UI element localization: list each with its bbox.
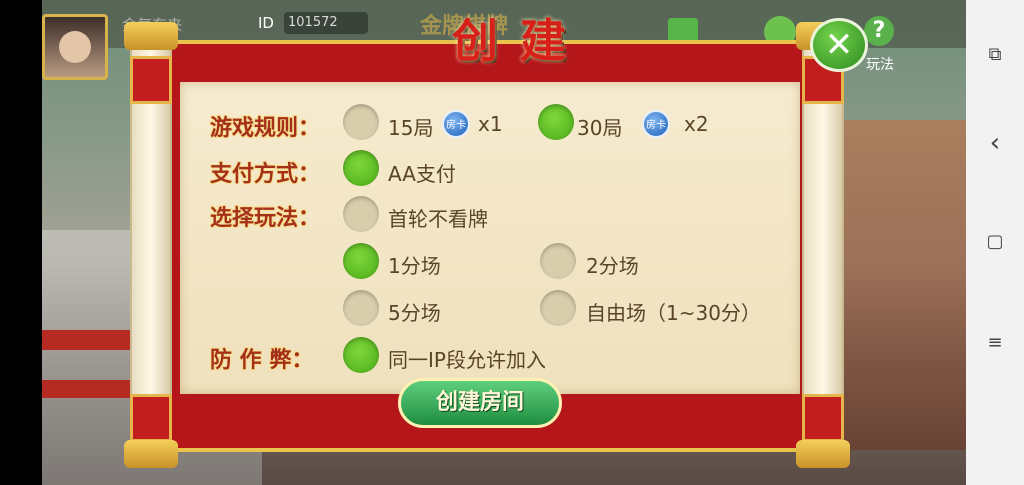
score-radio-5[interactable]	[343, 290, 379, 326]
rules-mult-15: x1	[478, 112, 503, 136]
anticheat-option: 同一IP段允许加入	[388, 348, 546, 372]
player-id-label: ID	[258, 14, 274, 32]
help-label: 玩法	[866, 57, 894, 73]
roller-cap	[124, 440, 178, 468]
avatar-face	[59, 31, 91, 63]
score-option-2: 2分场	[586, 254, 639, 278]
score-radio-2[interactable]	[540, 243, 576, 279]
android-nav-bar: ⧉ ‹ ▢ ≡	[966, 0, 1024, 485]
home-icon[interactable]: ▢	[986, 233, 1004, 251]
mode-radio-no-look[interactable]	[343, 196, 379, 232]
recent-apps-icon[interactable]: ⧉	[986, 46, 1004, 64]
create-room-button[interactable]: 创建房间	[398, 378, 562, 428]
rules-label: 游戏规则：	[210, 116, 321, 141]
roller-decoration	[130, 394, 172, 442]
roller-cap	[124, 22, 178, 50]
close-button[interactable]: ✕	[810, 18, 868, 72]
anticheat-radio[interactable]	[343, 337, 379, 373]
rules-option-15: 15局	[388, 116, 434, 140]
room-card-icon: 房卡	[442, 110, 470, 138]
dialog-title: 创建	[452, 14, 588, 68]
roller-stick	[130, 48, 172, 442]
player-id-value: 101572	[284, 12, 368, 34]
rules-radio-30[interactable]	[538, 104, 574, 140]
rules-option-30: 30局	[577, 116, 623, 140]
anticheat-label: 防 作 弊：	[210, 348, 314, 373]
mode-label: 选择玩法：	[210, 206, 321, 231]
rules-radio-15[interactable]	[343, 104, 379, 140]
score-radio-free[interactable]	[540, 290, 576, 326]
avatar[interactable]	[42, 14, 108, 80]
payment-label: 支付方式：	[210, 162, 321, 187]
payment-radio-aa[interactable]	[343, 150, 379, 186]
mode-option-no-look: 首轮不看牌	[388, 207, 488, 231]
score-option-5: 5分场	[388, 301, 441, 325]
scroll-roller-left	[124, 22, 178, 468]
payment-option-aa: AA支付	[388, 162, 456, 186]
back-icon[interactable]: ‹	[986, 130, 1004, 156]
rules-mult-30: x2	[684, 112, 709, 136]
room-card-icon: 房卡	[642, 110, 670, 138]
help-icon[interactable]: ?	[864, 16, 894, 46]
menu-icon[interactable]: ≡	[986, 334, 1004, 352]
roller-cap	[796, 440, 850, 468]
score-radio-1[interactable]	[343, 243, 379, 279]
roller-decoration	[802, 394, 844, 442]
score-option-free: 自由场（1~30分）	[586, 301, 761, 325]
roller-decoration	[130, 56, 172, 104]
roller-stick	[802, 48, 844, 442]
score-option-1: 1分场	[388, 254, 441, 278]
scroll-roller-right	[796, 22, 850, 468]
